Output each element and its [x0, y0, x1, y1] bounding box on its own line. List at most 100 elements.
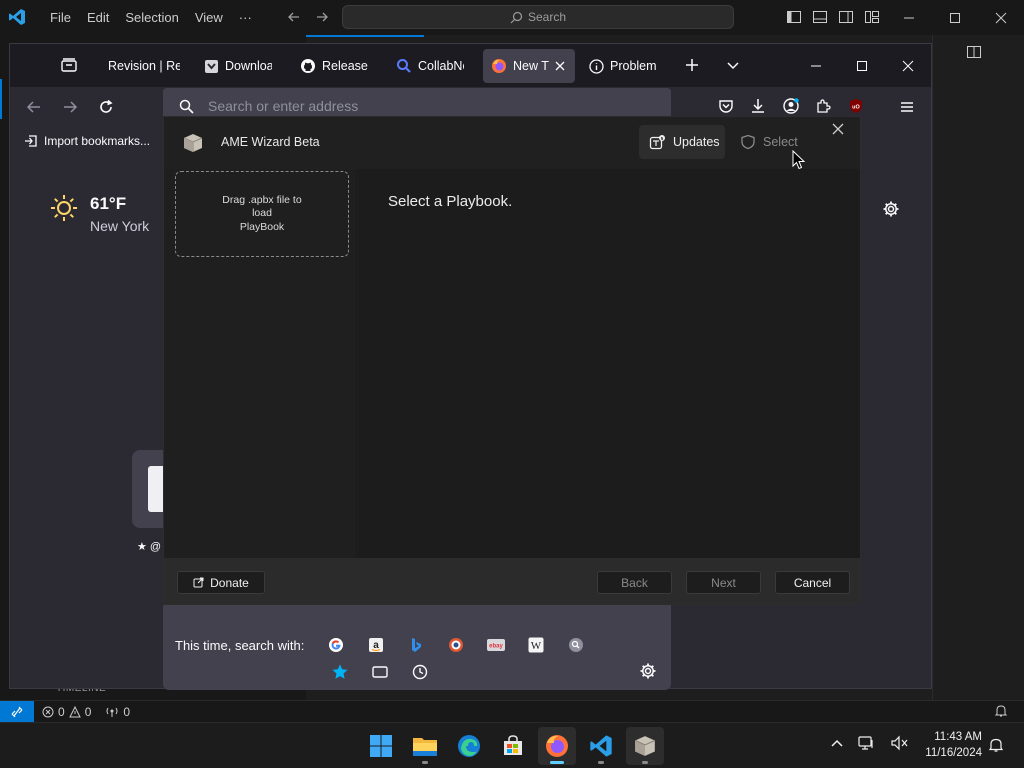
github-icon	[300, 58, 316, 74]
warning-icon	[68, 705, 81, 718]
start-windows-icon[interactable]	[362, 727, 400, 765]
problems-status[interactable]: 0 0	[42, 705, 91, 719]
minimize-icon[interactable]	[886, 0, 932, 35]
pocket-icon[interactable]	[718, 98, 734, 114]
error-count: 0	[58, 704, 65, 719]
extensions-puzzle-icon[interactable]	[816, 98, 832, 114]
select-label: Select	[763, 135, 798, 149]
search-icon	[510, 11, 523, 24]
tab-release[interactable]: Release A	[292, 49, 376, 83]
tab-new-tab[interactable]: New T	[483, 49, 575, 83]
firefox-window-controls	[793, 44, 931, 87]
system-tray	[830, 735, 908, 751]
menu-more[interactable]: ···	[231, 0, 260, 35]
minimize-icon[interactable]	[793, 44, 839, 87]
vscode-editor-area	[932, 35, 1024, 700]
top-site-shortcut[interactable]	[132, 450, 166, 528]
next-button[interactable]: Next	[686, 571, 761, 594]
file-explorer-icon[interactable]	[406, 727, 444, 765]
amazon-icon[interactable]: a	[366, 635, 386, 655]
tabs-icon[interactable]	[371, 663, 389, 681]
tab-revision[interactable]: Revision | Rev	[100, 49, 188, 83]
toggle-panel-icon[interactable]	[812, 9, 828, 25]
select-button[interactable]: Select	[736, 125, 798, 159]
tab-collabnet[interactable]: CollabNe	[388, 49, 472, 83]
tab-download[interactable]: Downloa	[196, 49, 280, 83]
reload-icon[interactable]	[98, 99, 114, 115]
forward-arrow-icon[interactable]	[62, 99, 78, 115]
volume-muted-icon[interactable]	[890, 735, 908, 751]
toggle-secondary-sidebar-icon[interactable]	[838, 9, 854, 25]
back-arrow-icon[interactable]	[286, 9, 302, 25]
cancel-button[interactable]: Cancel	[775, 571, 850, 594]
vscode-nav	[286, 9, 330, 25]
notifications-bell-icon[interactable]	[994, 704, 1008, 718]
import-bookmarks-link[interactable]: Import bookmarks...	[44, 134, 150, 148]
ame-footer: Donate Back Next Cancel	[164, 558, 860, 604]
history-clock-icon[interactable]	[411, 663, 429, 681]
vscode-command-search[interactable]: Search	[342, 5, 734, 29]
duckduckgo-icon[interactable]	[446, 635, 466, 655]
weather-widget[interactable]: 61°F New York	[50, 194, 149, 234]
show-hidden-icons-chevron-icon[interactable]	[830, 736, 844, 750]
wikipedia-icon[interactable]: W	[526, 635, 546, 655]
customize-layout-icon[interactable]	[864, 9, 880, 25]
forward-arrow-icon[interactable]	[314, 9, 330, 25]
playbook-drop-zone[interactable]: Drag .apbx file to load PlayBook	[175, 171, 349, 257]
other-engine-search-icon[interactable]	[566, 635, 586, 655]
close-icon[interactable]	[885, 44, 931, 87]
updates-icon: 5	[649, 134, 666, 151]
running-indicator	[642, 761, 648, 764]
remote-indicator-icon[interactable]	[0, 700, 34, 723]
tab-problem[interactable]: Problem	[581, 49, 665, 83]
search-settings-gear-icon[interactable]	[639, 662, 657, 680]
ports-count: 0	[123, 704, 131, 719]
split-editor-icon[interactable]	[966, 44, 982, 60]
display-icon[interactable]	[858, 735, 876, 751]
edge-icon[interactable]	[450, 727, 488, 765]
ublock-origin-icon[interactable]: uO	[848, 98, 864, 114]
notifications-bell-icon[interactable]	[988, 737, 1004, 753]
list-all-tabs-chevron-icon[interactable]	[726, 58, 740, 72]
toggle-primary-sidebar-icon[interactable]	[786, 9, 802, 25]
ame-wizard-taskbar-icon[interactable]	[626, 727, 664, 765]
back-arrow-icon[interactable]	[26, 99, 42, 115]
close-icon[interactable]	[832, 123, 844, 135]
microsoft-store-icon[interactable]	[494, 727, 532, 765]
top-site-label: ★ @	[137, 541, 162, 553]
maximize-icon[interactable]	[932, 0, 978, 35]
menu-file[interactable]: File	[42, 0, 79, 35]
bookmarks-star-icon[interactable]	[331, 663, 349, 681]
drop-text-line2: load	[252, 207, 272, 220]
ports-status[interactable]: 0	[105, 705, 130, 719]
menu-view[interactable]: View	[187, 0, 231, 35]
back-button[interactable]: Back	[597, 571, 672, 594]
donate-button[interactable]: Donate	[177, 571, 265, 594]
address-input[interactable]	[208, 98, 628, 114]
downloads-icon[interactable]	[750, 98, 766, 114]
clock-date: 11/16/2024	[925, 747, 982, 759]
menu-selection[interactable]: Selection	[117, 0, 186, 35]
vscode-taskbar-icon[interactable]	[582, 727, 620, 765]
new-tab-plus-icon[interactable]	[684, 57, 700, 73]
google-icon[interactable]	[326, 635, 346, 655]
firefox-view-icon[interactable]	[60, 56, 78, 74]
updates-button[interactable]: 5 Updates	[639, 125, 725, 159]
search-mode-row	[331, 663, 429, 681]
playbook-sidebar: Drag .apbx file to load PlayBook	[164, 169, 357, 558]
menu-edit[interactable]: Edit	[79, 0, 117, 35]
clock[interactable]: 11:43 AM 11/16/2024	[910, 729, 982, 761]
bing-icon[interactable]	[406, 635, 426, 655]
import-icon	[24, 134, 38, 148]
account-icon[interactable]	[782, 97, 800, 115]
firefox-taskbar-icon[interactable]	[538, 727, 576, 765]
tab-close-icon[interactable]	[555, 61, 565, 71]
error-icon	[42, 706, 54, 718]
close-icon[interactable]	[978, 0, 1024, 35]
maximize-icon[interactable]	[839, 44, 885, 87]
newtab-settings-gear-icon[interactable]	[882, 200, 900, 218]
windows-taskbar: 11:43 AM 11/16/2024	[0, 722, 1024, 768]
vscode-window-controls	[886, 0, 1024, 35]
ebay-icon[interactable]: ebay	[486, 635, 506, 655]
hamburger-menu-icon[interactable]	[899, 99, 915, 115]
